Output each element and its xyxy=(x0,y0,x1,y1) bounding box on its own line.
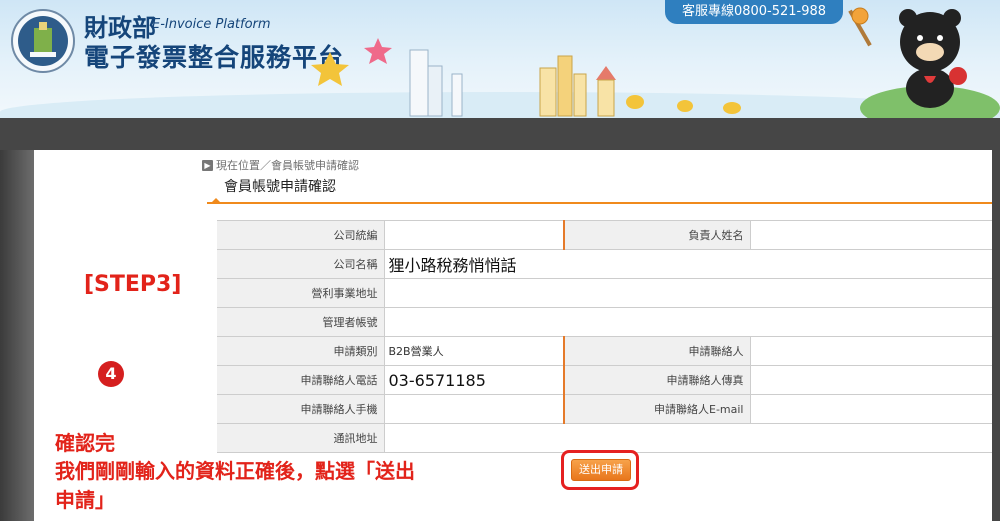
page-title: 會員帳號申請確認 xyxy=(224,179,336,195)
city-skyline-illustration xyxy=(311,38,741,117)
table-row: 申請類別 B2B營業人 申請聯絡人 xyxy=(217,336,992,366)
owner-name-value xyxy=(749,220,992,250)
platform-english-name: E-Invoice Platform xyxy=(152,17,271,32)
contact-email-value xyxy=(749,394,992,424)
contact-fax-value xyxy=(749,365,992,395)
instruction-note-line: 確認完 xyxy=(55,431,115,455)
star-icon xyxy=(311,52,349,86)
bird-icon xyxy=(723,102,741,114)
company-name-label: 公司名稱 xyxy=(217,249,384,279)
contact-fax-label: 申請聯絡人傳真 xyxy=(564,365,750,395)
company-tax-id-value xyxy=(383,220,565,250)
table-row: 公司名稱 狸小路稅務悄悄話 xyxy=(217,249,992,279)
bear-mascot-illustration xyxy=(848,7,1000,118)
step-number-badge: 4 xyxy=(98,361,124,387)
owner-name-label: 負責人姓名 xyxy=(564,220,750,250)
mailing-address-label: 通訊地址 xyxy=(217,423,384,453)
table-row: 通訊地址 xyxy=(217,423,992,453)
table-row: 管理者帳號 xyxy=(217,307,992,337)
contact-person-value xyxy=(749,336,992,366)
application-type-label: 申請類別 xyxy=(217,336,384,366)
breadcrumb: ▶ 現在位置／會員帳號申請確認 xyxy=(202,157,359,173)
application-type-value: B2B營業人 xyxy=(383,336,565,366)
application-confirm-table: 公司統編 負責人姓名 公司名稱 狸小路稅務悄悄話 營利事業地址 管理者帳號 申請… xyxy=(217,220,992,453)
contact-email-label: 申請聯絡人E-mail xyxy=(564,394,750,424)
star-icon xyxy=(364,38,392,64)
title-divider-notch-icon xyxy=(210,198,222,204)
hotline-badge: 客服專線0800-521-988 xyxy=(665,0,843,24)
frame-left-shadow xyxy=(0,150,34,521)
submit-application-button[interactable]: 送出申請 xyxy=(571,459,631,481)
step-annotation: [STEP3] xyxy=(84,272,182,297)
breadcrumb-text: 現在位置／會員帳號申請確認 xyxy=(216,159,359,172)
instruction-note-line: 我們剛剛輸入的資料正確後，點選「送出 xyxy=(55,459,415,483)
breadcrumb-arrow-icon: ▶ xyxy=(202,159,213,171)
contact-mobile-label: 申請聯絡人手機 xyxy=(217,394,384,424)
business-address-label: 營利事業地址 xyxy=(217,278,384,308)
submit-highlight-box: 送出申請 xyxy=(561,450,639,490)
contact-person-label: 申請聯絡人 xyxy=(564,336,750,366)
mailing-address-value xyxy=(383,423,992,453)
table-row: 申請聯絡人手機 申請聯絡人E-mail xyxy=(217,394,992,424)
title-divider xyxy=(207,202,992,204)
bird-icon xyxy=(677,100,693,112)
company-tax-id-label: 公司統編 xyxy=(217,220,384,250)
contact-phone-value: 03-6571185 xyxy=(383,365,565,395)
table-row: 申請聯絡人電話 03-6571185 申請聯絡人傳真 xyxy=(217,365,992,395)
table-row: 公司統編 負責人姓名 xyxy=(217,220,992,250)
table-row: 營利事業地址 xyxy=(217,278,992,308)
contact-phone-label: 申請聯絡人電話 xyxy=(217,365,384,395)
bird-icon xyxy=(626,95,644,109)
ministry-seal-icon[interactable] xyxy=(10,8,76,74)
site-header: 財政部 E-Invoice Platform 電子發票整合服務平台 客服專線08… xyxy=(0,0,1000,118)
admin-account-value xyxy=(383,307,992,337)
instruction-note-line: 申請」 xyxy=(55,488,115,512)
company-name-value: 狸小路稅務悄悄話 xyxy=(383,249,992,279)
contact-mobile-value xyxy=(383,394,565,424)
admin-account-label: 管理者帳號 xyxy=(217,307,384,337)
business-address-value xyxy=(383,278,992,308)
